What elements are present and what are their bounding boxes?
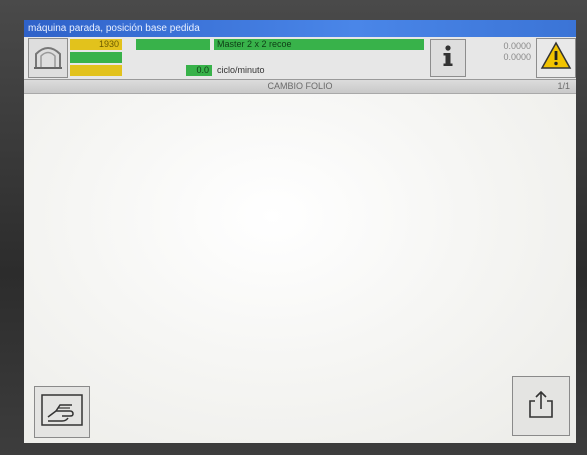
screen-title-bar: CAMBIO FOLIO 1/1 <box>24 80 576 94</box>
right-counters: 0.0000 0.0000 <box>473 41 531 75</box>
machine-icon <box>32 40 64 77</box>
monitor-frame: máquina parada, posición base pedida 193… <box>0 0 587 455</box>
header-panel: 1930 Master 2 x 2 recoe 0.0 ciclo/minuto <box>24 37 576 80</box>
manual-mode-button[interactable] <box>34 386 90 438</box>
content-area <box>24 94 576 443</box>
status-message: máquina parada, posición base pedida <box>24 20 576 37</box>
speed-unit: ciclo/minuto <box>217 65 265 75</box>
export-button[interactable] <box>512 376 570 436</box>
info-button[interactable] <box>430 39 466 77</box>
machine-button[interactable] <box>28 38 68 78</box>
green-indicator <box>70 52 122 63</box>
info-icon <box>439 44 457 73</box>
speed-value: 0.0 <box>186 65 212 76</box>
green-status-cell <box>136 39 210 50</box>
yellow-indicator <box>70 65 122 76</box>
page-indicator: 1/1 <box>557 81 570 91</box>
machine-mode: Master 2 x 2 recoe <box>214 39 424 50</box>
hand-icon <box>40 393 84 432</box>
hmi-screen: máquina parada, posición base pedida 193… <box>24 20 576 443</box>
warning-icon <box>540 40 572 76</box>
export-icon <box>528 389 554 424</box>
right-counter-line1: 0.0000 <box>503 41 531 51</box>
screen-title: CAMBIO FOLIO <box>267 81 333 91</box>
right-counter-line2: 0.0000 <box>503 52 531 62</box>
counter-yellow: 1930 <box>70 39 122 50</box>
warning-button[interactable] <box>536 38 576 78</box>
